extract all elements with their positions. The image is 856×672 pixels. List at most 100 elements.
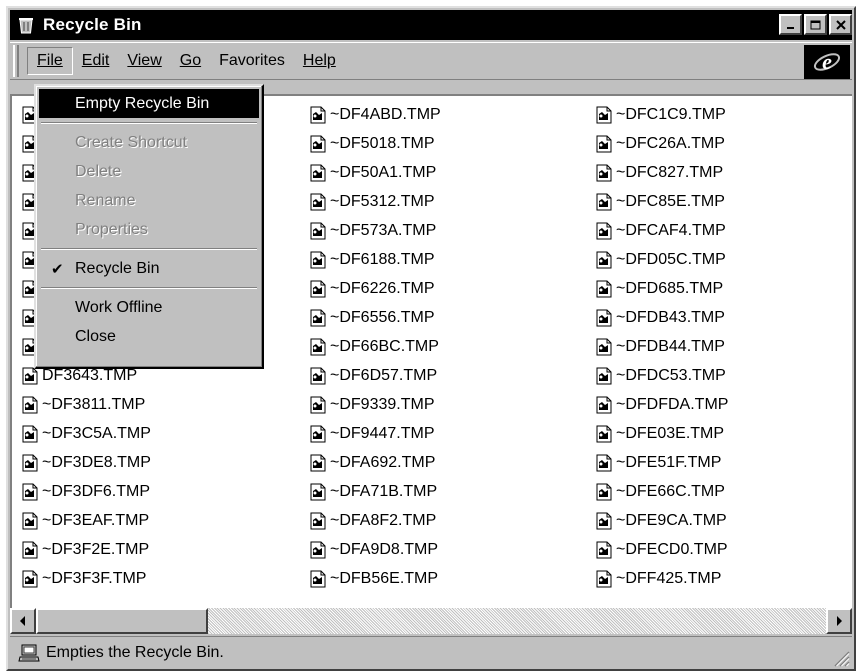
file-name: ~DFC85E.TMP xyxy=(616,192,725,210)
file-name: ~DF6188.TMP xyxy=(330,250,435,268)
tmp-file-icon xyxy=(310,570,326,588)
toolbar-grip[interactable] xyxy=(13,45,19,77)
file-name: ~DF3811.TMP xyxy=(42,395,146,413)
checkmark-icon: ✔ xyxy=(51,261,64,278)
list-item[interactable]: ~DFC26A.TMP xyxy=(596,129,728,158)
internet-explorer-logo: e xyxy=(804,45,850,79)
tmp-file-icon xyxy=(310,367,326,385)
list-item[interactable]: ~DFA692.TMP xyxy=(310,448,441,477)
list-item[interactable]: ~DF5312.TMP xyxy=(310,187,441,216)
list-item[interactable]: ~DF6226.TMP xyxy=(310,274,441,303)
list-item[interactable]: ~DFE03E.TMP xyxy=(596,419,728,448)
menu-item-recycle-bin[interactable]: ✔ Recycle Bin xyxy=(39,254,259,283)
menu-file[interactable]: File xyxy=(27,47,73,75)
list-item[interactable]: ~DFE9CA.TMP xyxy=(596,506,728,535)
tmp-file-icon xyxy=(596,106,612,124)
file-name: DF3643.TMP xyxy=(42,366,138,384)
tmp-file-icon xyxy=(310,309,326,327)
menu-item-rename: Rename xyxy=(39,186,259,215)
list-item[interactable]: ~DFC827.TMP xyxy=(596,158,728,187)
menu-go[interactable]: Go xyxy=(171,48,210,74)
minimize-button[interactable] xyxy=(779,14,802,35)
list-item[interactable]: ~DF3EAF.TMP xyxy=(22,506,151,535)
tmp-file-icon xyxy=(596,541,612,559)
list-item[interactable]: ~DF6556.TMP xyxy=(310,303,441,332)
file-name: ~DFC827.TMP xyxy=(616,163,724,181)
list-item[interactable]: ~DF9447.TMP xyxy=(310,419,441,448)
list-item[interactable]: ~DF6188.TMP xyxy=(310,245,441,274)
list-item[interactable]: ~DF3DF6.TMP xyxy=(22,477,151,506)
menu-help[interactable]: Help xyxy=(294,48,345,74)
horizontal-scrollbar[interactable] xyxy=(10,608,852,634)
list-item[interactable]: ~DFE66C.TMP xyxy=(596,477,728,506)
list-item[interactable]: ~DF573A.TMP xyxy=(310,216,441,245)
menu-bar: File Edit View Go Favorites Help e xyxy=(10,42,852,80)
list-item[interactable]: ~DFDB43.TMP xyxy=(596,303,728,332)
scroll-left-button[interactable] xyxy=(10,608,36,634)
list-item[interactable]: ~DFC1C9.TMP xyxy=(596,100,728,129)
menu-item-empty-recycle-bin[interactable]: Empty Recycle Bin xyxy=(39,89,259,118)
tmp-file-icon xyxy=(596,570,612,588)
file-name: ~DFD685.TMP xyxy=(616,279,724,297)
file-name: ~DFE66C.TMP xyxy=(616,482,725,500)
list-item[interactable]: ~DF66BC.TMP xyxy=(310,332,441,361)
list-item[interactable]: ~DF3DE8.TMP xyxy=(22,448,151,477)
file-name: ~DFDC53.TMP xyxy=(616,366,726,384)
resize-grip[interactable] xyxy=(832,649,850,667)
list-item[interactable]: ~DFECD0.TMP xyxy=(596,535,728,564)
list-item[interactable]: ~DFB56E.TMP xyxy=(310,564,441,593)
tmp-file-icon xyxy=(22,367,38,385)
menu-separator xyxy=(41,122,257,124)
list-item[interactable]: ~DF3C5A.TMP xyxy=(22,419,151,448)
close-button[interactable] xyxy=(829,14,852,35)
list-item[interactable]: ~DFDB44.TMP xyxy=(596,332,728,361)
list-item[interactable]: ~DF50A1.TMP xyxy=(310,158,441,187)
scroll-right-button[interactable] xyxy=(826,608,852,634)
list-item[interactable]: ~DF6D57.TMP xyxy=(310,361,441,390)
tmp-file-icon xyxy=(310,222,326,240)
list-item[interactable]: ~DFDFDA.TMP xyxy=(596,390,728,419)
tmp-file-icon xyxy=(22,570,38,588)
scroll-track[interactable] xyxy=(36,608,826,634)
list-item[interactable]: ~DF3F3F.TMP xyxy=(22,564,151,593)
list-item[interactable]: ~DFDC53.TMP xyxy=(596,361,728,390)
list-item[interactable]: ~DFCAF4.TMP xyxy=(596,216,728,245)
list-item[interactable]: ~DFA9D8.TMP xyxy=(310,535,441,564)
list-item[interactable]: ~DFF425.TMP xyxy=(596,564,728,593)
tmp-file-icon xyxy=(22,483,38,501)
file-name: ~DF5312.TMP xyxy=(330,192,435,210)
tmp-file-icon xyxy=(310,396,326,414)
file-name: ~DFDFDA.TMP xyxy=(616,395,729,413)
list-item[interactable]: ~DF9339.TMP xyxy=(310,390,441,419)
list-item[interactable]: ~DF5018.TMP xyxy=(310,129,441,158)
list-item[interactable]: ~DF3811.TMP xyxy=(22,390,151,419)
tmp-file-icon xyxy=(596,512,612,530)
title-bar[interactable]: Recycle Bin xyxy=(10,10,852,40)
list-item[interactable]: ~DFA71B.TMP xyxy=(310,477,441,506)
file-name: ~DF3DF6.TMP xyxy=(42,482,151,500)
list-item[interactable]: ~DFE51F.TMP xyxy=(596,448,728,477)
menu-item-work-offline[interactable]: Work Offline xyxy=(39,293,259,322)
tmp-file-icon xyxy=(22,396,38,414)
tmp-file-icon xyxy=(596,338,612,356)
tmp-file-icon xyxy=(310,512,326,530)
menu-edit[interactable]: Edit xyxy=(73,48,119,74)
tmp-file-icon xyxy=(596,425,612,443)
tmp-file-icon xyxy=(310,425,326,443)
file-column: ~DFC1C9.TMP ~DFC26A.TMP ~DFC827.TMP ~DFC85E… xyxy=(596,100,728,593)
menu-item-close[interactable]: Close xyxy=(39,322,259,351)
file-name: ~DF3EAF.TMP xyxy=(42,511,150,529)
list-item[interactable]: ~DFC85E.TMP xyxy=(596,187,728,216)
file-name: ~DF3DE8.TMP xyxy=(42,453,151,471)
maximize-button[interactable] xyxy=(804,14,827,35)
list-item[interactable]: ~DFD685.TMP xyxy=(596,274,728,303)
menu-view[interactable]: View xyxy=(118,48,170,74)
menu-item-label: Work Offline xyxy=(75,298,163,316)
list-item[interactable]: ~DFA8F2.TMP xyxy=(310,506,441,535)
list-item[interactable]: ~DFD05C.TMP xyxy=(596,245,728,274)
file-name: ~DFDB43.TMP xyxy=(616,308,725,326)
menu-favorites[interactable]: Favorites xyxy=(210,48,294,74)
list-item[interactable]: ~DF3F2E.TMP xyxy=(22,535,151,564)
scroll-thumb[interactable] xyxy=(36,608,208,634)
list-item[interactable]: ~DF4ABD.TMP xyxy=(310,100,441,129)
